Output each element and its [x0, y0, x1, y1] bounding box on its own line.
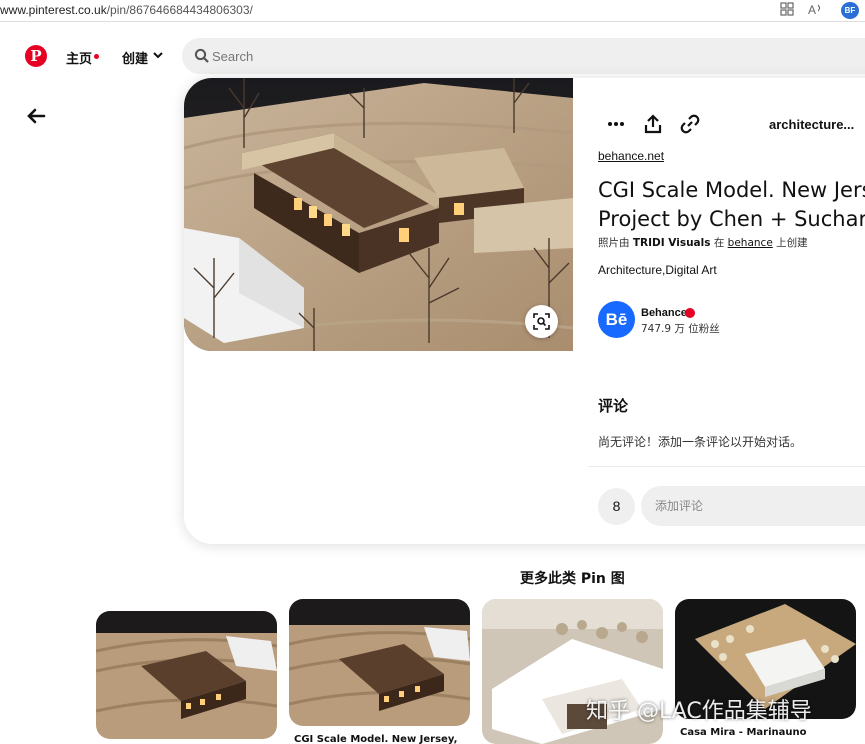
url-domain: www.pinterest.co.uk — [0, 3, 107, 17]
pin-title: CGI Scale Model. New Jerse Project by Ch… — [598, 176, 865, 234]
nav-home[interactable]: 主页 — [66, 48, 92, 67]
pin-card: architecture... behance.net CGI Scale Mo… — [184, 78, 865, 544]
link-icon[interactable] — [680, 114, 700, 134]
byline-author[interactable]: TRIDI Visuals — [633, 237, 711, 249]
verified-badge-icon — [685, 308, 695, 318]
chevron-down-icon[interactable] — [153, 50, 163, 60]
nav-create[interactable]: 创建 — [122, 48, 148, 67]
source-link[interactable]: behance.net — [598, 149, 664, 163]
related-pin-2-caption: CGI Scale Model. New Jersey, — [294, 734, 458, 744]
grid-view-icon[interactable] — [779, 2, 795, 18]
browser-address-bar: www.pinterest.co.uk/pin/8676466844348063… — [0, 0, 865, 22]
comments-heading: 评论 — [598, 397, 629, 415]
related-pin-1[interactable] — [96, 611, 277, 739]
search-icon — [194, 48, 209, 63]
browser-profile-avatar[interactable]: BF — [841, 2, 859, 19]
visual-search-button[interactable] — [525, 305, 558, 338]
url-text[interactable]: www.pinterest.co.uk/pin/8676466844348063… — [0, 3, 253, 17]
pin-title-line2: Project by Chen + Suchart — [598, 207, 865, 231]
related-pin-4-caption: Casa Mira - Marinauno — [680, 727, 807, 738]
pin-title-line1: CGI Scale Model. New Jerse — [598, 178, 865, 202]
back-arrow-icon[interactable] — [24, 104, 48, 128]
search-bar[interactable] — [182, 38, 865, 74]
creator-avatar[interactable]: Bē — [598, 301, 635, 338]
pin-image[interactable] — [184, 78, 573, 351]
comment-count: 8 — [598, 488, 635, 525]
byline-on: 在 — [713, 237, 725, 249]
pin-tags: Architecture,Digital Art — [598, 263, 717, 277]
divider — [588, 466, 865, 467]
byline-prefix: 照片由 — [598, 237, 630, 249]
page: www.pinterest.co.uk/pin/8676466844348063… — [0, 0, 865, 744]
notification-dot — [94, 54, 99, 59]
more-options-icon[interactable] — [606, 114, 626, 134]
watermark: 知乎 @LAC作品集辅导 — [586, 699, 812, 724]
related-pin-2[interactable] — [289, 599, 470, 726]
share-icon[interactable] — [643, 114, 663, 134]
svg-text:A: A — [808, 3, 816, 16]
creator-name[interactable]: Behance — [641, 307, 687, 319]
byline-site-link[interactable]: behance — [728, 237, 773, 249]
byline-suffix: 上创建 — [776, 237, 808, 249]
creator-followers: 747.9 万 位粉丝 — [641, 323, 720, 335]
byline: 照片由 TRIDI Visuals 在 behance 上创建 — [598, 235, 808, 250]
pin-details: architecture... behance.net CGI Scale Mo… — [588, 78, 865, 544]
url-path: /pin/867646684434806303/ — [106, 3, 253, 17]
no-comments-text: 尚无评论！添加一条评论以开始对话。 — [598, 435, 803, 449]
search-input[interactable] — [212, 38, 812, 74]
read-aloud-icon[interactable]: A — [808, 2, 824, 18]
visual-search-icon — [533, 313, 550, 330]
more-like-this-heading: 更多此类 Pin 图 — [520, 571, 625, 587]
comment-input[interactable] — [641, 486, 865, 526]
pinterest-logo-icon[interactable]: P — [25, 45, 47, 67]
board-selector[interactable]: architecture... — [769, 117, 854, 132]
